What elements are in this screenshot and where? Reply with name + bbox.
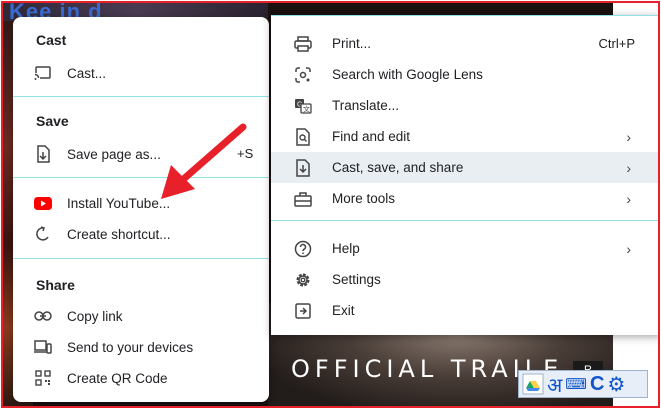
menu-item-create-shortcut[interactable]: Create shortcut...	[13, 219, 269, 249]
menu-item-more-tools-label: More tools	[332, 191, 396, 206]
svg-text:文: 文	[303, 104, 310, 113]
cast-icon	[33, 63, 53, 83]
menu-item-google-lens[interactable]: Search with Google Lens	[271, 59, 658, 90]
menu-item-print[interactable]: Print... Ctrl+P	[271, 28, 658, 59]
menu-item-copy-link[interactable]: Copy link	[13, 301, 269, 331]
save-shortcut-partial: +S	[237, 146, 254, 161]
divider	[13, 258, 269, 259]
menu-item-copy-link-label: Copy link	[67, 308, 123, 324]
google-drive-icon[interactable]	[522, 373, 544, 395]
menu-item-exit[interactable]: Exit	[271, 295, 658, 326]
section-title-cast: Cast	[36, 32, 67, 48]
youtube-icon	[33, 193, 53, 213]
input-tools-settings-icon[interactable]: ⚙	[607, 372, 625, 397]
print-icon	[293, 34, 313, 54]
c-input-icon[interactable]: C	[590, 373, 604, 396]
menu-item-send-to-devices-label: Send to your devices	[67, 339, 194, 355]
save-page-icon	[33, 144, 53, 164]
hindi-input-icon[interactable]: अ	[547, 371, 562, 398]
divider	[271, 15, 658, 16]
google-lens-icon	[293, 65, 313, 85]
menu-item-install-youtube-label: Install YouTube...	[67, 195, 171, 211]
menu-item-create-shortcut-label: Create shortcut...	[67, 226, 171, 242]
translate-icon: G文	[293, 96, 313, 116]
menu-item-print-label: Print...	[332, 36, 372, 51]
menu-item-translate[interactable]: G文 Translate...	[271, 90, 658, 121]
menu-item-translate-label: Translate...	[332, 98, 400, 113]
link-icon	[33, 306, 53, 326]
menu-item-exit-label: Exit	[332, 303, 355, 318]
screenshot-frame: Kee in d OFFICIAL TRAILE R Cast Cast... …	[1, 1, 660, 408]
help-icon	[293, 239, 313, 259]
menu-item-create-qr-code-label: Create QR Code	[67, 370, 168, 386]
divider	[13, 177, 269, 178]
menu-item-find-and-edit[interactable]: Find and edit ›	[271, 121, 658, 152]
keyboard-icon[interactable]: ⌨	[565, 375, 587, 393]
menu-item-google-lens-label: Search with Google Lens	[332, 67, 483, 82]
chevron-right-icon: ›	[626, 128, 631, 145]
menu-item-save-page-as-label: Save page as...	[67, 146, 161, 162]
menu-item-more-tools[interactable]: More tools ›	[271, 183, 658, 214]
menu-item-cast-label: Cast...	[67, 65, 107, 81]
gear-icon	[293, 270, 313, 290]
shortcut-icon	[33, 224, 53, 244]
qr-code-icon	[33, 368, 53, 388]
menu-item-send-to-devices[interactable]: Send to your devices	[13, 332, 269, 362]
chevron-right-icon: ›	[626, 159, 631, 176]
menu-item-help[interactable]: Help ›	[271, 233, 658, 264]
find-icon	[293, 127, 313, 147]
print-shortcut: Ctrl+P	[598, 36, 635, 51]
cast-save-share-icon	[293, 158, 313, 178]
divider	[271, 220, 658, 221]
menu-item-help-label: Help	[332, 241, 360, 256]
menu-item-save-page-as[interactable]: Save page as...	[13, 139, 269, 169]
menu-item-install-youtube[interactable]: Install YouTube...	[13, 188, 269, 218]
devices-icon	[33, 337, 53, 357]
menu-item-settings-label: Settings	[332, 272, 381, 287]
divider	[13, 96, 269, 97]
toolbox-icon	[293, 189, 313, 209]
exit-icon	[293, 301, 313, 321]
menu-item-cast[interactable]: Cast...	[13, 58, 269, 88]
menu-item-cast-save-share[interactable]: Cast, save, and share ›	[271, 152, 658, 183]
section-title-share: Share	[36, 277, 75, 293]
input-tools-bar: अ ⌨ C ⚙	[518, 370, 648, 398]
chevron-right-icon: ›	[626, 190, 631, 207]
cast-save-share-submenu: Cast Cast... Save Save page as... +S Ins…	[13, 17, 269, 402]
menu-item-cast-save-share-label: Cast, save, and share	[332, 160, 464, 175]
section-title-save: Save	[36, 113, 69, 129]
menu-item-find-and-edit-label: Find and edit	[332, 129, 411, 144]
menu-item-create-qr-code[interactable]: Create QR Code	[13, 363, 269, 393]
chevron-right-icon: ›	[626, 240, 631, 257]
chrome-main-menu: Print... Ctrl+P Search with Google Lens …	[271, 15, 658, 335]
menu-item-settings[interactable]: Settings	[271, 264, 658, 295]
